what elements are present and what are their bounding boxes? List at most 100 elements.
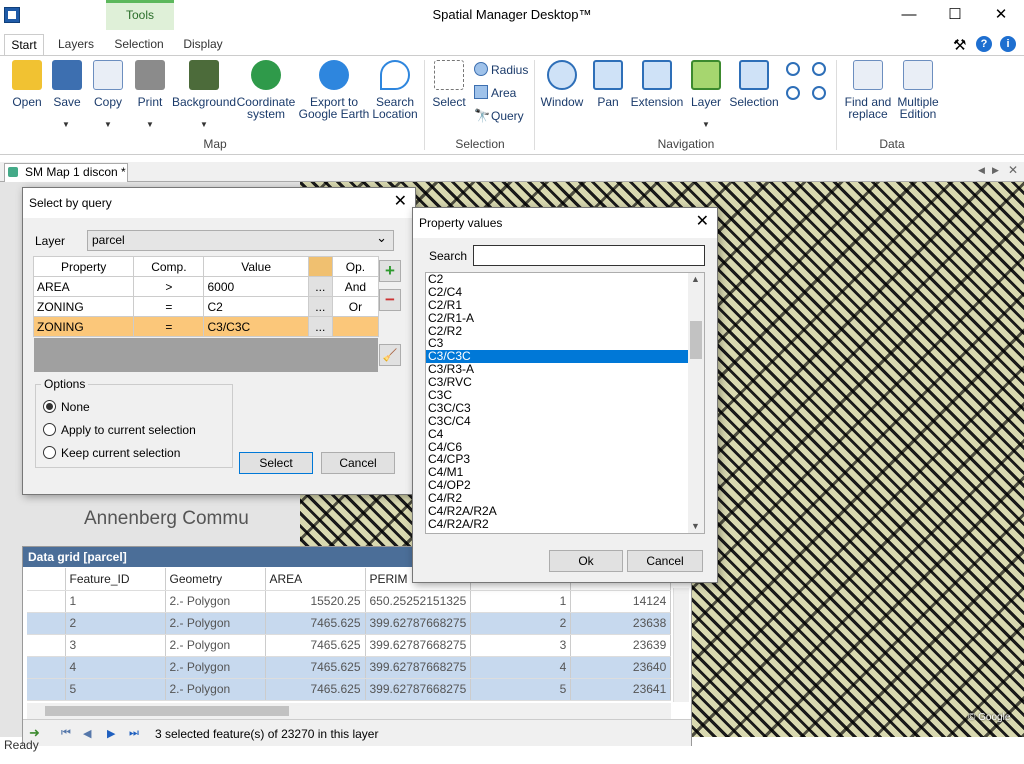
- row-property[interactable]: AREA: [32, 276, 135, 297]
- cell[interactable]: 4: [470, 656, 572, 679]
- table-row[interactable]: 1 2.- Polygon 15520.25 650.25252151325 1…: [27, 590, 672, 613]
- row-selector[interactable]: [27, 656, 66, 679]
- tab-start[interactable]: Start: [4, 34, 44, 56]
- previous-page-icon[interactable]: ◀: [83, 727, 91, 740]
- row-op[interactable]: And: [331, 276, 380, 297]
- select-button[interactable]: Select: [428, 60, 470, 108]
- browse-values-button[interactable]: ...: [307, 276, 333, 297]
- list-item[interactable]: C2/R1-A: [426, 311, 688, 325]
- list-item[interactable]: C4/R2A/R2A: [426, 505, 688, 518]
- remove-row-icon[interactable]: −: [379, 289, 401, 311]
- list-item[interactable]: C4/CP3: [426, 453, 688, 466]
- tab-scroll-right-icon[interactable]: ▶: [992, 165, 999, 176]
- list-item[interactable]: C2/R1: [426, 298, 688, 312]
- row-property[interactable]: ZONING: [32, 296, 135, 317]
- cell[interactable]: 650.25252151325: [365, 590, 472, 613]
- select-query-button[interactable]: Select: [239, 452, 313, 474]
- option-keep-radio[interactable]: [43, 446, 56, 459]
- save-button[interactable]: Save: [48, 60, 86, 108]
- cell[interactable]: 7465.625: [265, 678, 366, 701]
- save-dropdown-icon[interactable]: ▼: [62, 120, 70, 129]
- list-scrollbar[interactable]: [688, 273, 704, 533]
- row-selector[interactable]: [27, 612, 66, 635]
- help-icon[interactable]: ?: [976, 36, 992, 52]
- zoom-in-icon[interactable]: [786, 62, 800, 76]
- list-item[interactable]: C4/R2A/R2: [426, 517, 688, 531]
- maximize-button[interactable]: ☐: [932, 0, 978, 30]
- cell[interactable]: 2.- Polygon: [165, 590, 266, 613]
- cell[interactable]: 23641: [570, 678, 672, 701]
- find-replace-button[interactable]: Find and replace: [842, 60, 894, 120]
- cell[interactable]: 23638: [570, 612, 672, 635]
- cell[interactable]: 2: [470, 612, 572, 635]
- add-row-icon[interactable]: +: [379, 260, 401, 282]
- ok-button[interactable]: Ok: [549, 550, 623, 572]
- print-button[interactable]: Print: [130, 60, 170, 108]
- row-comp[interactable]: =: [133, 316, 205, 337]
- query-row[interactable]: AREA > 6000 ... And: [32, 276, 380, 297]
- row-op[interactable]: [331, 316, 380, 337]
- query-row-selected[interactable]: ZONING = C3/C3C ...: [32, 316, 380, 337]
- row-op[interactable]: Or: [331, 296, 380, 317]
- row-value[interactable]: C2: [203, 296, 309, 317]
- radius-button[interactable]: Radius: [491, 63, 528, 77]
- list-scroll-thumb[interactable]: [690, 321, 702, 359]
- cell[interactable]: 3: [65, 634, 166, 657]
- document-tab[interactable]: SM Map 1 discon *: [4, 163, 128, 182]
- row-comp[interactable]: >: [133, 276, 205, 297]
- cell[interactable]: 4: [65, 656, 166, 679]
- cell[interactable]: 2.- Polygon: [165, 678, 266, 701]
- first-page-icon[interactable]: ⏮: [61, 727, 71, 740]
- tools-icon[interactable]: ⚒: [953, 36, 966, 54]
- list-item[interactable]: C4: [426, 427, 688, 441]
- close-icon[interactable]: ✕: [696, 208, 709, 236]
- list-item[interactable]: C3C/C3: [426, 401, 688, 415]
- list-item[interactable]: C2: [426, 273, 688, 286]
- row-value[interactable]: C3/C3C: [203, 316, 309, 337]
- background-button[interactable]: Background: [172, 60, 236, 108]
- minimize-button[interactable]: —: [886, 0, 932, 30]
- multiple-edition-button[interactable]: Multiple Edition: [894, 60, 942, 120]
- table-row[interactable]: 2 2.- Polygon 7465.625 399.62787668275 2…: [27, 612, 672, 635]
- list-item[interactable]: C3/RVC: [426, 376, 688, 389]
- cell[interactable]: 14124: [570, 590, 672, 613]
- list-item[interactable]: C2/R2: [426, 324, 688, 338]
- zoom-out-icon[interactable]: [812, 62, 826, 76]
- table-row[interactable]: 3 2.- Polygon 7465.625 399.62787668275 3…: [27, 634, 672, 657]
- list-item[interactable]: C3C: [426, 389, 688, 402]
- cancel-query-button[interactable]: Cancel: [321, 452, 395, 474]
- row-property[interactable]: ZONING: [32, 316, 135, 337]
- copy-dropdown-icon[interactable]: ▼: [104, 120, 112, 129]
- query-row[interactable]: ZONING = C2 ... Or: [32, 296, 380, 317]
- cell[interactable]: 2.- Polygon: [165, 634, 266, 657]
- next-page-icon[interactable]: ▶: [107, 727, 115, 740]
- list-item[interactable]: C3C/C4: [426, 414, 688, 428]
- area-button[interactable]: Area: [491, 86, 516, 100]
- close-icon[interactable]: ✕: [394, 188, 407, 216]
- cell[interactable]: 7465.625: [265, 634, 366, 657]
- zoom-window-button[interactable]: Window: [538, 60, 586, 108]
- cell[interactable]: 23639: [570, 634, 672, 657]
- pan-button[interactable]: Pan: [588, 60, 628, 108]
- horizontal-scroll-thumb[interactable]: [45, 706, 289, 716]
- zoom-selection-button[interactable]: Selection: [728, 60, 780, 108]
- layer-select[interactable]: parcel: [87, 228, 394, 251]
- query-button[interactable]: Query: [491, 109, 524, 123]
- clear-broom-icon[interactable]: 🧹: [379, 344, 401, 366]
- table-row[interactable]: 4 2.- Polygon 7465.625 399.62787668275 4…: [27, 656, 672, 679]
- cell[interactable]: 7465.625: [265, 612, 366, 635]
- cell[interactable]: 5: [65, 678, 166, 701]
- zoom-layer-button[interactable]: Layer: [686, 60, 726, 108]
- search-input[interactable]: [473, 245, 705, 266]
- tab-scroll-left-icon[interactable]: ◀: [978, 165, 985, 176]
- open-button[interactable]: Open: [6, 60, 48, 108]
- row-value[interactable]: 6000: [203, 276, 309, 297]
- tab-selection[interactable]: Selection: [110, 34, 168, 56]
- layer-dropdown-icon[interactable]: ▼: [702, 120, 710, 129]
- search-location-button[interactable]: Search Location: [370, 60, 420, 120]
- tab-layers[interactable]: Layers: [54, 34, 98, 56]
- background-dropdown-icon[interactable]: ▼: [200, 120, 208, 129]
- copy-button[interactable]: Copy: [88, 60, 128, 108]
- scroll-down-icon[interactable]: ▼: [691, 521, 700, 531]
- list-item[interactable]: C4/OP2: [426, 479, 688, 492]
